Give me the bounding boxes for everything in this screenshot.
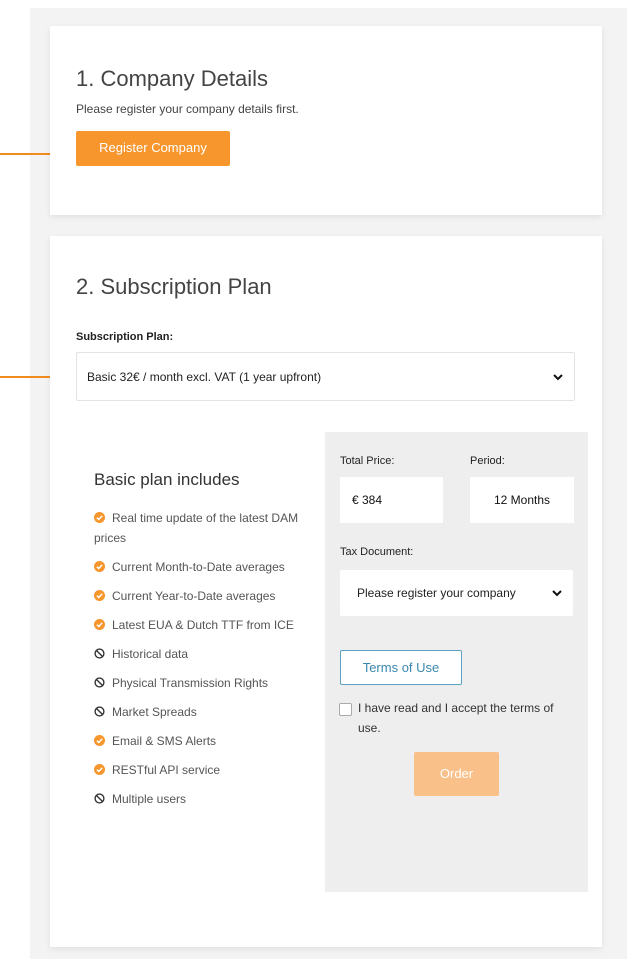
- plan-feature-item: Historical data: [94, 644, 299, 664]
- tax-document-select[interactable]: Please register your company: [340, 570, 573, 616]
- not-included-icon: [94, 706, 105, 717]
- plan-feature-label: Multiple users: [112, 792, 187, 806]
- plan-feature-item: Market Spreads: [94, 702, 299, 722]
- total-price-field: € 384: [340, 477, 443, 523]
- plan-feature-item: Current Year-to-Date averages: [94, 586, 299, 606]
- company-details-heading: 1. Company Details: [76, 66, 268, 91]
- plan-feature-item: Physical Transmission Rights: [94, 673, 299, 693]
- check-circle-icon: [94, 735, 105, 746]
- terms-of-use-button[interactable]: Terms of Use: [340, 650, 462, 685]
- chevron-down-icon: [553, 373, 563, 380]
- not-included-icon: [94, 677, 105, 688]
- check-circle-icon: [94, 764, 105, 775]
- not-included-icon: [94, 648, 105, 659]
- chevron-down-icon: [552, 590, 562, 597]
- order-button[interactable]: Order: [414, 752, 499, 796]
- plan-features-title: Basic plan includes: [94, 470, 240, 489]
- check-circle-icon: [94, 619, 105, 630]
- subscription-plan-heading: 2. Subscription Plan: [76, 274, 272, 299]
- plan-feature-label: Market Spreads: [112, 705, 197, 719]
- company-details-description: Please register your company details fir…: [76, 102, 299, 116]
- total-price-label: Total Price:: [340, 455, 395, 467]
- plan-feature-label: Real time update of the latest DAM price…: [94, 511, 299, 545]
- plan-feature-label: Current Year-to-Date averages: [112, 589, 276, 603]
- plan-feature-item: Latest EUA & Dutch TTF from ICE: [94, 615, 299, 635]
- plan-feature-label: Email & SMS Alerts: [112, 734, 217, 748]
- subscription-plan-selected-value: Basic 32€ / month excl. VAT (1 year upfr…: [87, 370, 322, 384]
- subscription-plan-label: Subscription Plan:: [76, 331, 174, 343]
- plan-feature-item: Real time update of the latest DAM price…: [94, 508, 299, 548]
- not-included-icon: [94, 793, 105, 804]
- accept-terms-checkbox[interactable]: [339, 703, 352, 716]
- plan-features-list: Basic plan includes Real time update of …: [94, 470, 299, 818]
- tax-document-selected-value: Please register your company: [357, 586, 516, 600]
- plan-feature-item: Multiple users: [94, 789, 299, 809]
- period-field: 12 Months: [470, 477, 574, 523]
- subscription-plan-select[interactable]: Basic 32€ / month excl. VAT (1 year upfr…: [76, 352, 575, 401]
- plan-feature-label: Current Month-to-Date averages: [112, 560, 285, 574]
- check-circle-icon: [94, 512, 105, 523]
- plan-feature-label: Latest EUA & Dutch TTF from ICE: [112, 618, 294, 632]
- company-details-card: 1. Company Details Please register your …: [50, 26, 602, 215]
- check-circle-icon: [94, 561, 105, 572]
- plan-feature-label: Historical data: [112, 647, 189, 661]
- order-panel: Total Price: Period: € 384 12 Months Tax…: [325, 432, 588, 892]
- plan-feature-item: Email & SMS Alerts: [94, 731, 299, 751]
- plan-feature-item: RESTful API service: [94, 760, 299, 780]
- total-price-value: € 384: [352, 493, 383, 507]
- plan-feature-item: Current Month-to-Date averages: [94, 557, 299, 577]
- check-circle-icon: [94, 590, 105, 601]
- accept-terms-label: I have read and I accept the terms of us…: [358, 701, 554, 735]
- tax-document-label: Tax Document:: [340, 546, 414, 558]
- plan-feature-label: RESTful API service: [112, 763, 221, 777]
- plan-feature-label: Physical Transmission Rights: [112, 676, 269, 690]
- period-value: 12 Months: [493, 493, 551, 507]
- period-label: Period:: [470, 455, 505, 467]
- register-company-button[interactable]: Register Company: [76, 131, 230, 166]
